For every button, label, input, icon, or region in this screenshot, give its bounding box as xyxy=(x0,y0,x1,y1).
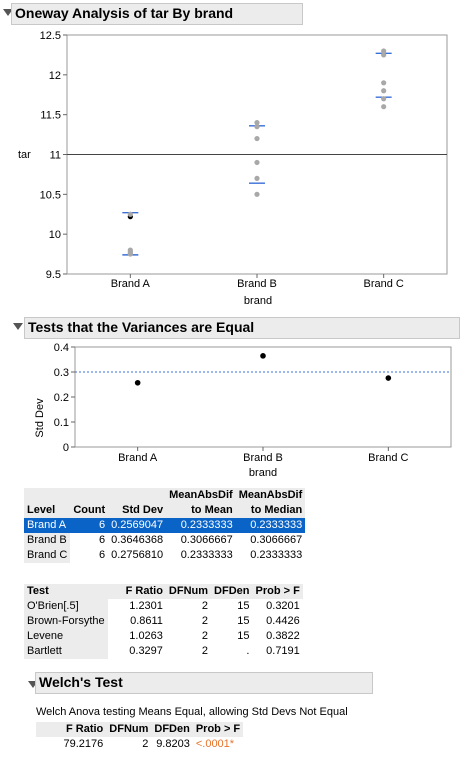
table-row[interactable]: Brand B 6 0.3646368 0.3066667 0.3066667 xyxy=(24,533,305,548)
data-point xyxy=(381,88,387,94)
data-point xyxy=(254,191,260,197)
table-row[interactable]: Levene 1.0263 2 15 0.3822 xyxy=(24,629,303,644)
data-point xyxy=(381,80,387,86)
col-header: Prob > F xyxy=(252,584,303,599)
col-header: DFDen xyxy=(151,722,193,737)
col-header: to Mean xyxy=(166,503,236,518)
collapse-triangle-icon[interactable] xyxy=(13,323,23,330)
x-tick-label: Brand B xyxy=(243,452,283,464)
y-tick-label: 12.5 xyxy=(40,30,61,42)
welch-table: F Ratio DFNum DFDen Prob > F 79.2176 2 9… xyxy=(36,722,244,752)
y-tick-label: 10.5 xyxy=(40,189,61,201)
x-axis-label: brand xyxy=(244,295,272,307)
y-tick-label: 9.5 xyxy=(46,269,61,281)
x-tick-label: Brand A xyxy=(118,452,158,464)
data-point xyxy=(254,135,260,142)
table-row[interactable]: Bartlett 0.3297 2 . 0.7191 xyxy=(24,644,303,659)
x-axis-label: brand xyxy=(249,467,277,479)
col-header: Test xyxy=(24,584,108,599)
col-header: Std Dev xyxy=(108,503,167,518)
col-header: Level xyxy=(24,503,71,518)
x-tick-label: Brand B xyxy=(237,278,277,290)
data-point xyxy=(260,353,266,359)
data-point xyxy=(254,124,260,130)
y-axis-label: Std Dev xyxy=(34,398,46,438)
col-header: MeanAbsDif xyxy=(166,488,236,503)
data-point xyxy=(254,175,260,181)
col-header: DFNum xyxy=(106,722,152,737)
data-point xyxy=(381,104,387,110)
oneway-title: Oneway Analysis of tar By brand xyxy=(11,3,303,25)
data-point xyxy=(134,379,141,386)
data-point xyxy=(127,251,133,257)
table-row[interactable]: Brand A 6 0.2569047 0.2333333 0.2333333 xyxy=(24,518,306,533)
data-point xyxy=(385,375,392,381)
col-header: MeanAbsDif xyxy=(235,488,306,503)
col-header: to Median xyxy=(235,503,306,518)
data-point xyxy=(381,96,387,102)
data-point xyxy=(381,52,387,58)
table-row[interactable]: Brand C 6 0.2756810 0.2333333 0.2333333 xyxy=(24,548,305,563)
table-row: 79.2176 2 9.8203 <.0001* xyxy=(36,737,243,752)
col-header: DFNum xyxy=(165,584,212,599)
y-tick-label: 0 xyxy=(63,442,69,454)
y-tick-label: 10 xyxy=(49,229,61,241)
y-tick-label: 0.2 xyxy=(54,392,69,404)
y-tick-label: 12 xyxy=(49,70,61,82)
welch-description: Welch Anova testing Means Equal, allowin… xyxy=(36,706,348,718)
col-header: Count xyxy=(70,503,109,518)
x-tick-label: Brand A xyxy=(111,278,151,290)
data-point xyxy=(254,159,260,166)
x-tick-label: Brand C xyxy=(363,278,403,290)
welch-title: Welch's Test xyxy=(35,672,373,694)
table-row[interactable]: Brown-Forsythe 0.8611 2 15 0.4426 xyxy=(24,614,303,629)
data-point xyxy=(127,211,133,217)
y-tick-label: 0.4 xyxy=(54,342,69,354)
plot-frame xyxy=(74,346,452,448)
col-header: F Ratio xyxy=(36,722,107,737)
variances-title: Tests that the Variances are Equal xyxy=(24,317,460,339)
prob-value: <.0001* xyxy=(195,738,235,750)
level-stats-table: MeanAbsDif MeanAbsDif Level Count Std De… xyxy=(24,488,306,563)
col-header: DFDen xyxy=(211,584,253,599)
variances-chart: Std Dev brand 0 0.1 0.2 0.3 0.4 Brand A Brand … xyxy=(34,342,452,479)
col-header: Prob > F xyxy=(192,722,244,737)
variance-tests-table: Test F Ratio DFNum DFDen Prob > F O'Brie… xyxy=(24,584,303,659)
y-tick-label: 0.3 xyxy=(54,367,69,379)
y-tick-label: 11.5 xyxy=(40,110,61,122)
col-header: F Ratio xyxy=(107,584,166,599)
oneway-chart: tar brand 9.5 10 10.5 11 11.5 12 12.5 Brand A Br… xyxy=(18,30,448,307)
y-axis-label: tar xyxy=(18,149,31,161)
table-row[interactable]: O'Brien[.5] 1.2301 2 15 0.3201 xyxy=(24,599,303,614)
y-tick-label: 0.1 xyxy=(54,417,69,429)
y-tick-label: 11 xyxy=(50,150,61,162)
x-tick-label: Brand C xyxy=(368,452,408,464)
